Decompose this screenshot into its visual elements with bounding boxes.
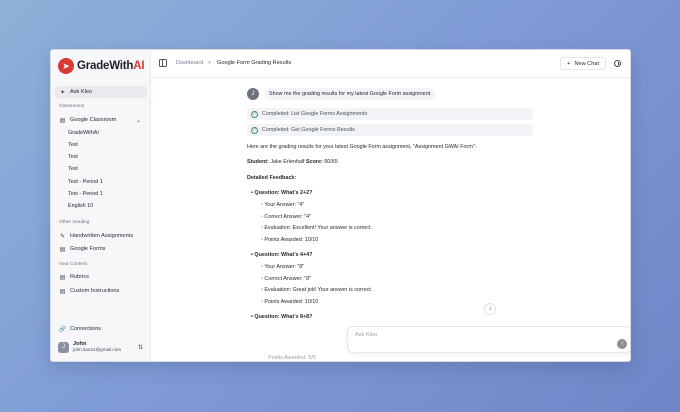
chat-input[interactable] — [355, 332, 595, 338]
question-title: • Question: What's 2+2? — [251, 190, 313, 196]
book-icon: ▤ — [59, 117, 66, 124]
correct-line: ◦ Correct Answer: "8" — [261, 276, 312, 282]
points-line: ◦ Points Awarded: 10/10 — [261, 299, 319, 305]
feedback-heading: Detailed Feedback: — [247, 175, 297, 181]
question-title: • Question: What's 4+4? — [251, 252, 313, 258]
student-label: Student: — [247, 159, 269, 165]
arrow-up-icon: ↑ — [620, 341, 624, 347]
user-menu[interactable]: J John john.tian31@gmail.com ⇅ — [55, 338, 147, 356]
sidebar-class-item[interactable]: Test — [68, 166, 78, 172]
brand-logo[interactable]: ➤ GradeWithAI — [58, 58, 145, 74]
evaluation-line: ◦ Evaluation: Excellent! Your answer is … — [261, 225, 372, 231]
sidebar: ➤ GradeWithAI ✦ Ask Kleo Classrooms ▤ Go… — [51, 50, 151, 361]
breadcrumb-dashboard[interactable]: Dashboard — [176, 60, 203, 66]
notes-icon: ▤ — [59, 288, 66, 295]
new-chat-button[interactable]: + New Chat — [560, 57, 606, 70]
user-email: john.tian31@gmail.com — [73, 347, 122, 352]
sidebar-item-google-classroom[interactable]: ▤ Google Classroom ⌄ — [55, 114, 147, 126]
main-panel: Dashboard > Google Form Grading Results … — [151, 50, 630, 361]
answer-text: Your Answer: "4" — [264, 202, 305, 208]
chat-input-box: ↑ — [347, 326, 630, 353]
chevron-down-icon: ⌄ — [135, 117, 141, 124]
evaluation-line: ◦ Evaluation: Great job! Your answer is … — [261, 287, 373, 293]
answer-line: ◦ Your Answer: "4" — [261, 202, 305, 208]
sidebar-item-label: Rubrics — [70, 274, 89, 280]
answer-text: Your Answer: "8" — [264, 264, 305, 270]
sidebar-item-label: Google Classroom — [70, 117, 117, 123]
sidebar-class-item[interactable]: Test - Period 1 — [68, 191, 103, 197]
document-icon: ▤ — [59, 246, 66, 253]
score-label: Score: — [306, 159, 323, 165]
student-line: Student: Jake Erlenhalf Score: 60/65 — [247, 159, 338, 165]
correct-text: Correct Answer: "8" — [264, 276, 312, 282]
student-value: Jake Erlenhalf — [270, 159, 305, 165]
sparkle-icon: ✦ — [59, 89, 66, 96]
score-value: 60/65 — [324, 159, 338, 165]
history-icon[interactable] — [614, 60, 621, 67]
breadcrumb-current: Google Form Grading Results — [217, 60, 292, 66]
check-icon: ✓ — [251, 110, 258, 118]
avatar: J — [247, 88, 259, 100]
points-line: ◦ Points Awarded: 10/10 — [261, 237, 319, 243]
arrow-down-icon: ↓ — [488, 306, 492, 312]
sidebar-item-connections[interactable]: 🔗 Connections — [55, 323, 147, 335]
sidebar-item-label: Custom Instructions — [70, 288, 120, 294]
points-line-partial: Points Awarded: 5/5 — [268, 355, 316, 361]
tool-status: ✓ Completed: List Google Forms Assignmen… — [247, 108, 533, 120]
sidebar-class-item[interactable]: Test — [68, 142, 78, 148]
evaluation-text: Evaluation: Excellent! Your answer is co… — [264, 225, 372, 231]
avatar: J — [58, 341, 69, 353]
question-text: Question: What's 4+4? — [254, 252, 313, 258]
sidebar-item-label: Handwritten Assignments — [70, 233, 134, 239]
breadcrumb-separator: > — [208, 60, 212, 66]
pencil-icon: ✎ — [59, 233, 66, 240]
sidebar-class-item[interactable]: English 10 — [68, 203, 93, 209]
section-label-other-grading: Other Grading — [59, 220, 90, 225]
correct-line: ◦ Correct Answer: "4" — [261, 214, 312, 220]
brand-name: GradeWith — [77, 60, 134, 72]
tool-status-text: Completed: List Google Forms Assignments — [262, 111, 368, 117]
points-text: Points Awarded: 10/10 — [264, 299, 319, 305]
sidebar-item-ask-kleo[interactable]: ✦ Ask Kleo — [55, 86, 147, 98]
question-text: Question: What's 8+8? — [254, 314, 313, 320]
points-text: Points Awarded: 10/10 — [264, 237, 319, 243]
sidebar-class-item[interactable]: Test — [68, 154, 78, 160]
sidebar-class-item[interactable]: Test - Period 1 — [68, 179, 103, 185]
evaluation-text: Evaluation: Great job! Your answer is co… — [264, 287, 373, 293]
answer-line: ◦ Your Answer: "8" — [261, 264, 305, 270]
section-label-classrooms: Classrooms — [59, 104, 85, 109]
section-label-your-content: Your Content — [59, 262, 87, 267]
app-window: ➤ GradeWithAI ✦ Ask Kleo Classrooms ▤ Go… — [50, 49, 631, 362]
sidebar-item-label: Ask Kleo — [70, 89, 93, 95]
new-chat-label: New Chat — [574, 60, 599, 67]
sidebar-class-item[interactable]: GradeWithAI — [68, 130, 99, 136]
scroll-down-button[interactable]: ↓ — [484, 303, 496, 315]
send-button[interactable]: ↑ — [617, 339, 627, 349]
chevron-up-down-icon: ⇅ — [137, 344, 143, 351]
tool-status: ✓ Completed: Get Google Forms Results — [247, 124, 533, 136]
sidebar-item-google-forms[interactable]: ▤ Google Forms — [55, 243, 147, 255]
user-message: J Show me the grading results for my lat… — [247, 88, 436, 100]
question-text: Question: What's 2+2? — [254, 190, 313, 196]
sidebar-toggle-icon[interactable] — [159, 59, 167, 67]
plus-icon: + — [567, 60, 571, 67]
document-icon: ▤ — [59, 274, 66, 281]
tool-status-text: Completed: Get Google Forms Results — [262, 127, 355, 133]
topbar: Dashboard > Google Form Grading Results … — [151, 50, 630, 78]
sidebar-item-custom-instructions[interactable]: ▤ Custom Instructions — [55, 285, 147, 297]
brand-name-ai: AI — [133, 60, 145, 72]
sidebar-item-handwritten[interactable]: ✎ Handwritten Assignments — [55, 230, 147, 242]
question-title: • Question: What's 8+8? — [251, 314, 313, 320]
sidebar-item-label: Google Forms — [70, 246, 106, 252]
correct-text: Correct Answer: "4" — [264, 214, 312, 220]
response-intro: Here are the grading results for your la… — [247, 144, 477, 150]
sidebar-item-label: Connections — [70, 326, 102, 332]
logo-icon: ➤ — [58, 58, 74, 74]
user-message-text: Show me the grading results for my lates… — [264, 88, 436, 100]
check-icon: ✓ — [251, 126, 258, 134]
sidebar-item-rubrics[interactable]: ▤ Rubrics — [55, 271, 147, 283]
link-icon: 🔗 — [58, 326, 67, 333]
